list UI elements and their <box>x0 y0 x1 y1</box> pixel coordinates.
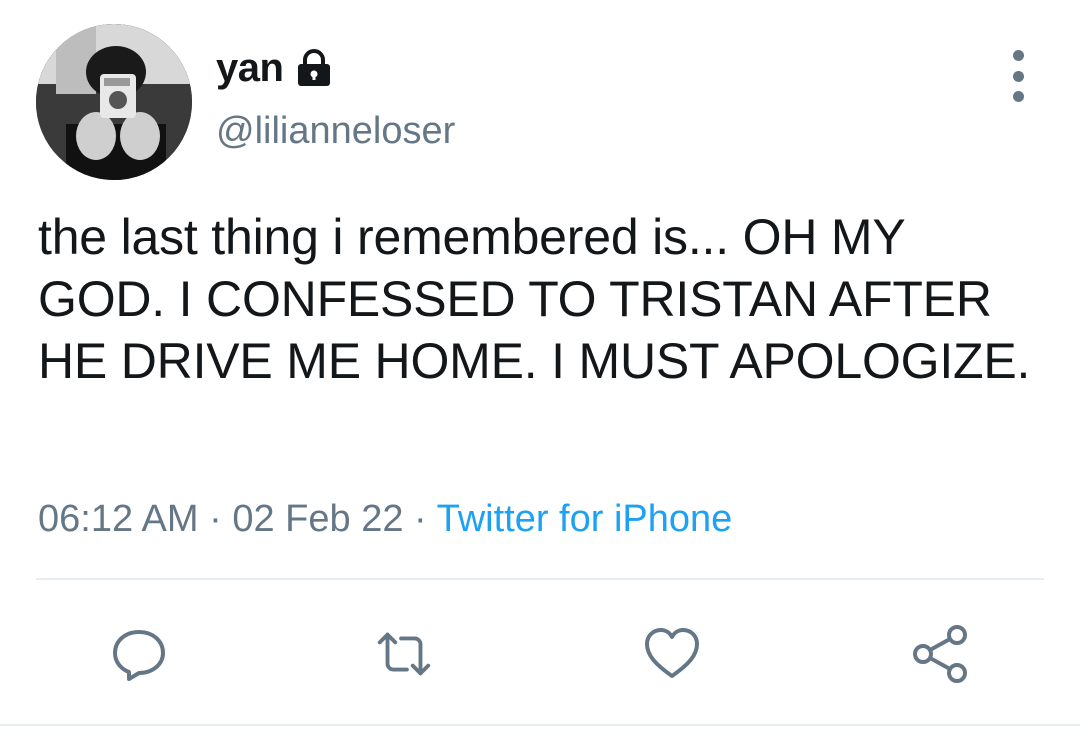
divider <box>36 578 1044 580</box>
heart-icon <box>645 628 699 678</box>
display-name[interactable]: yan <box>216 46 284 91</box>
more-vertical-icon <box>1012 50 1024 61</box>
share-icon <box>913 625 967 683</box>
share-button[interactable] <box>908 622 972 686</box>
tweet-date[interactable]: 02 Feb 22 <box>232 498 403 540</box>
author-name-row: yan <box>216 40 335 96</box>
more-options-button[interactable] <box>996 50 1040 102</box>
retweet-icon <box>377 632 431 676</box>
tweet-card: yan @lilianneloser the last thing i reme… <box>0 0 1080 744</box>
meta-separator: · <box>209 498 233 540</box>
meta-separator: · <box>414 498 437 540</box>
lock-icon <box>293 47 335 89</box>
tweet-text: the last thing i remembered is... OH MY … <box>38 209 1031 389</box>
avatar[interactable] <box>36 24 192 180</box>
tweet-source[interactable]: Twitter for iPhone <box>437 498 733 540</box>
author-handle[interactable]: @lilianneloser <box>216 110 455 153</box>
tweet-time[interactable]: 06:12 AM <box>38 498 199 540</box>
reply-button[interactable] <box>107 622 171 686</box>
reply-icon <box>113 630 165 681</box>
more-dot <box>1012 91 1024 102</box>
bottom-divider <box>0 724 1080 726</box>
retweet-button[interactable] <box>372 622 436 686</box>
more-dot <box>1012 70 1024 82</box>
tweet-meta: 06:12 AM · 02 Feb 22 · Twitter for iPhon… <box>38 498 732 541</box>
like-button[interactable] <box>640 622 704 686</box>
